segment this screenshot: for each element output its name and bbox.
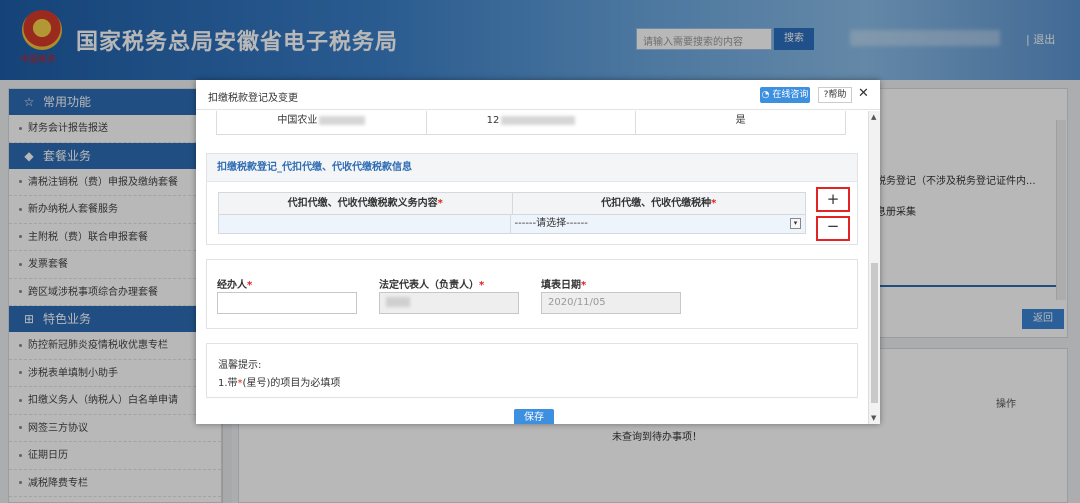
col-obligation-header: 代扣代缴、代收代缴税款义务内容* xyxy=(219,193,513,214)
withholding-section: 扣缴税款登记_代扣代缴、代收代缴税款信息 代扣代缴、代收代缴税款义务内容* 代扣… xyxy=(206,153,858,245)
table-row: ------请选择------ ▾ xyxy=(219,215,805,233)
signer-form: 经办人* 法定代表人（负责人）* 填表日期* 2020/11/05 xyxy=(206,259,858,329)
dialog-body: 中国农业 12 是 扣缴税款登记_代扣代缴、代收代缴税款信息 代扣代缴、代收代缴… xyxy=(196,111,868,424)
bank-cell: 中国农业 xyxy=(217,111,427,134)
flag-cell: 是 xyxy=(735,115,746,126)
section-title: 扣缴税款登记_代扣代缴、代收代缴税款信息 xyxy=(207,154,857,182)
legal-rep-input xyxy=(379,292,519,314)
tips-line: 1.带*(星号)的项目为必填项 xyxy=(218,378,341,389)
withholding-table: 代扣代缴、代收代缴税款义务内容* 代扣代缴、代收代缴税种* ------请选择-… xyxy=(218,192,806,234)
info-table-row: 中国农业 12 是 xyxy=(216,111,846,135)
online-consult-button[interactable]: ◔ 在线咨询 xyxy=(760,87,810,103)
tax-type-select[interactable]: ------请选择------ ▾ xyxy=(511,215,806,233)
add-row-button[interactable]: + xyxy=(816,187,850,212)
date-label: 填表日期* xyxy=(541,280,587,291)
tips-box: 温馨提示: 1.带*(星号)的项目为必填项 xyxy=(206,343,858,398)
col-tax-type-header: 代扣代缴、代收代缴税种* xyxy=(601,198,717,209)
legal-rep-label: 法定代表人（负责人）* xyxy=(379,280,485,291)
dialog-titlebar: 扣缴税款登记及变更 ◔ 在线咨询 ?帮助 ✕ xyxy=(196,80,880,110)
registration-dialog: 扣缴税款登记及变更 ◔ 在线咨询 ?帮助 ✕ 中国农业 12 是 扣缴税款登记_… xyxy=(196,80,880,424)
remove-row-button[interactable]: − xyxy=(816,216,850,241)
agent-input[interactable] xyxy=(217,292,357,314)
help-button[interactable]: ?帮助 xyxy=(818,87,852,103)
dropdown-arrow-icon[interactable]: ▾ xyxy=(790,218,801,229)
headset-icon: ◔ xyxy=(761,90,770,100)
scroll-thumb[interactable] xyxy=(871,263,878,403)
scroll-up-icon[interactable]: ▲ xyxy=(871,113,876,121)
account-cell: 12 xyxy=(427,111,637,134)
scroll-down-icon[interactable]: ▼ xyxy=(871,414,876,422)
dialog-title: 扣缴税款登记及变更 xyxy=(208,93,298,104)
table-header: 代扣代缴、代收代缴税款义务内容* 代扣代缴、代收代缴税种* xyxy=(219,193,805,215)
obligation-cell[interactable] xyxy=(219,215,511,233)
date-input: 2020/11/05 xyxy=(541,292,681,314)
agent-label: 经办人* xyxy=(217,280,253,291)
close-icon[interactable]: ✕ xyxy=(858,86,869,101)
save-button[interactable]: 保存 xyxy=(514,409,554,424)
tips-title: 温馨提示: xyxy=(218,360,262,371)
dialog-scrollbar[interactable]: ▲ ▼ xyxy=(868,111,880,424)
